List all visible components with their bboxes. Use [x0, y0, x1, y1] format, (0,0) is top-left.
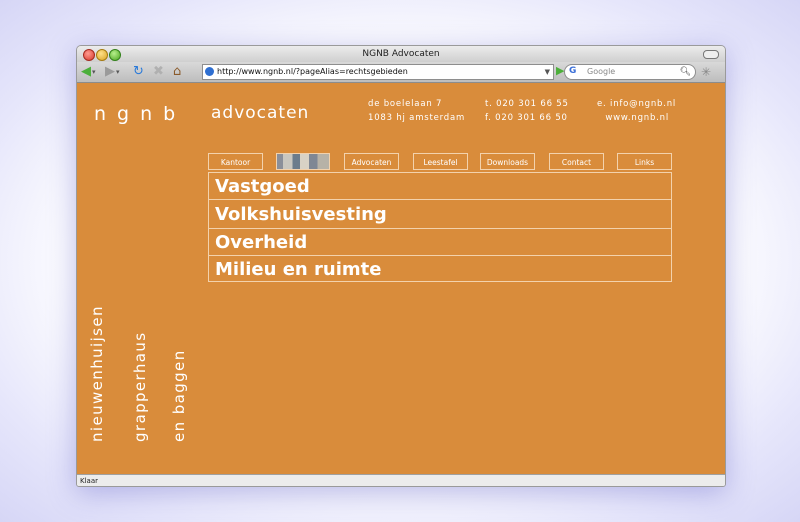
tab-advocaten[interactable]: Advocaten	[344, 153, 399, 170]
reload-icon[interactable]: ↻	[133, 63, 144, 81]
title-bar: NGNB Advocaten	[77, 46, 725, 62]
toolbar-toggle-icon[interactable]	[703, 50, 719, 59]
address-line1: de boelelaan 7	[368, 99, 443, 109]
fax-number: f. 020 301 66 50	[485, 113, 568, 123]
forward-dropdown-icon[interactable]: ▾	[116, 63, 120, 81]
practice-area-volkshuisvesting[interactable]: Volkshuisvesting	[209, 200, 671, 229]
browser-window: NGNB Advocaten ◀ ▾ ▶ ▾ ↻ ✖ ⌂ http://www.…	[76, 45, 726, 487]
tab-links[interactable]: Links	[617, 153, 672, 170]
google-icon[interactable]: G	[569, 66, 580, 77]
practice-area-vastgoed[interactable]: Vastgoed	[209, 173, 671, 200]
home-icon[interactable]: ⌂	[173, 63, 181, 81]
vertical-name-3: en baggen	[170, 349, 188, 442]
url-text: http://www.ngnb.nl/?pageAlias=rechtsgebi…	[217, 67, 408, 76]
practice-area-overheid[interactable]: Overheid	[209, 229, 671, 256]
logo-letters[interactable]: ngnb	[94, 103, 186, 125]
tab-leestafel[interactable]: Leestafel	[413, 153, 468, 170]
forward-arrow-icon[interactable]: ▶	[105, 63, 115, 81]
practice-area-milieu-en-ruimte[interactable]: Milieu en ruimte	[209, 256, 671, 283]
address-bar[interactable]: http://www.ngnb.nl/?pageAlias=rechtsgebi…	[202, 64, 554, 80]
zoom-window-icon[interactable]	[109, 49, 121, 61]
email-link[interactable]: e. info@ngnb.nl	[597, 97, 675, 111]
tab-kantoor[interactable]: Kantoor	[208, 153, 263, 170]
logo-text[interactable]: advocaten	[211, 103, 309, 123]
stop-icon[interactable]: ✖	[153, 63, 164, 81]
phone-number: t. 020 301 66 55	[485, 99, 569, 109]
tab-image-banner[interactable]	[276, 153, 330, 170]
website-link[interactable]: www.ngnb.nl	[597, 111, 669, 125]
close-window-icon[interactable]	[83, 49, 95, 61]
minimize-window-icon[interactable]	[96, 49, 108, 61]
status-text: Klaar	[80, 477, 98, 485]
search-placeholder: Google	[587, 67, 616, 76]
window-title: NGNB Advocaten	[362, 49, 440, 59]
back-dropdown-icon[interactable]: ▾	[92, 63, 96, 81]
tab-contact[interactable]: Contact	[549, 153, 604, 170]
tab-downloads[interactable]: Downloads	[480, 153, 535, 170]
throbber-icon: ✳	[701, 65, 712, 79]
search-box[interactable]: G Google 🔍︎	[564, 64, 696, 80]
navigation-toolbar: ◀ ▾ ▶ ▾ ↻ ✖ ⌂ http://www.ngnb.nl/?pageAl…	[77, 62, 725, 83]
vertical-name-2: grapperhaus	[131, 331, 149, 442]
back-arrow-icon[interactable]: ◀	[81, 63, 91, 81]
vertical-name-1: nieuwenhuijsen	[88, 305, 106, 442]
status-bar: Klaar	[77, 474, 725, 486]
site-icon	[205, 67, 214, 76]
practice-area-list: Vastgoed Volkshuisvesting Overheid Milie…	[208, 172, 672, 282]
address-line2: 1083 hj amsterdam	[368, 113, 466, 123]
search-icon[interactable]: 🔍︎	[680, 65, 691, 79]
page-content: ngnb advocaten de boelelaan 7 1083 hj am…	[77, 83, 725, 474]
url-dropdown-icon[interactable]: ▼	[545, 65, 550, 79]
